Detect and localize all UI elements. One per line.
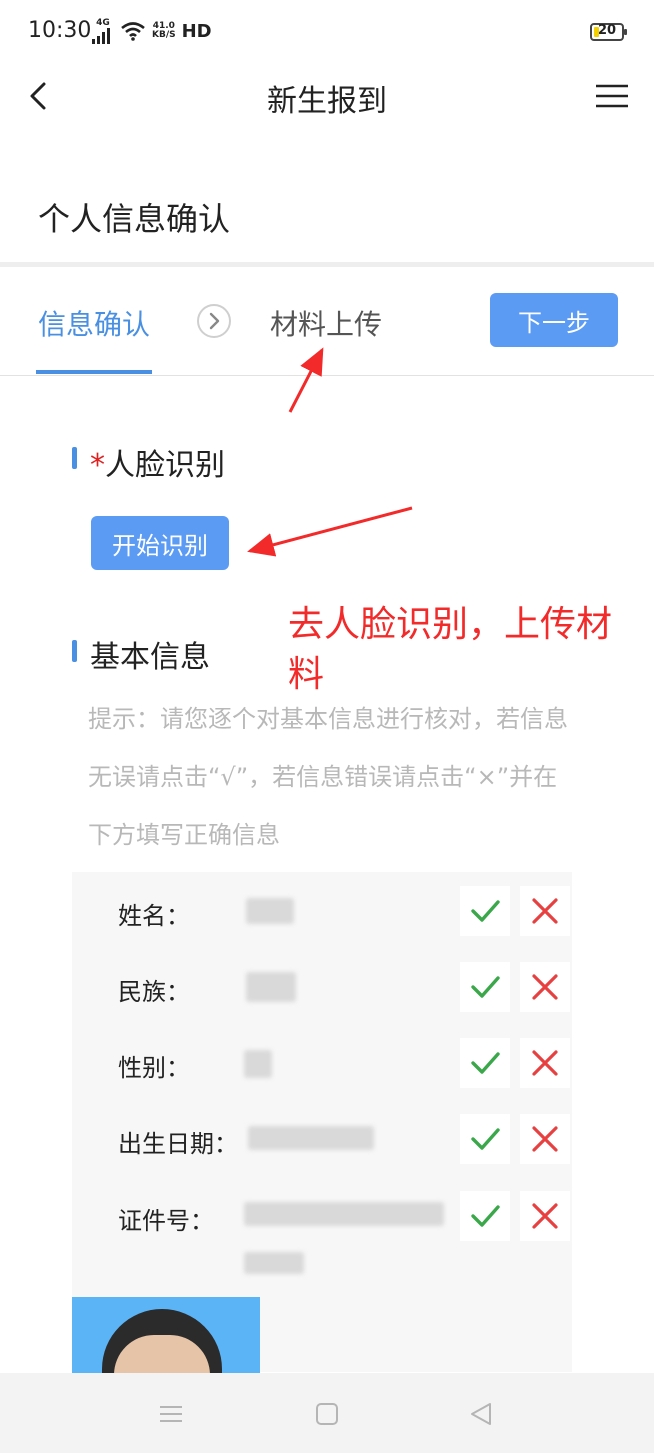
- status-bar: 10:30 4G 41.0 KB/S HD 20: [0, 0, 654, 60]
- reject-button[interactable]: [520, 1038, 570, 1088]
- section-marker: [72, 447, 77, 469]
- annotation-text: 去人脸识别，上传材料: [288, 604, 613, 695]
- tab-material-upload[interactable]: 材料上传: [270, 303, 382, 343]
- section-title: 个人信息确认: [38, 200, 231, 238]
- triangle-back-icon[interactable]: [466, 1399, 496, 1429]
- menu-icon[interactable]: [592, 80, 632, 112]
- status-icons: 4G 41.0 KB/S HD: [92, 18, 212, 44]
- id-photo: [72, 1297, 260, 1373]
- net-speed-unit: KB/S: [152, 30, 176, 40]
- signal-icon: 4G: [92, 17, 114, 44]
- cross-icon: [532, 974, 558, 1000]
- battery-icon: 20: [590, 23, 627, 41]
- net-speed: 41.0 KB/S: [152, 22, 176, 40]
- check-icon: [471, 1205, 500, 1227]
- basic-info-title: 基本信息: [90, 640, 210, 675]
- redacted-value: [248, 1126, 374, 1150]
- redacted-value: [244, 1252, 304, 1274]
- nav-bar: 新生报到: [0, 60, 654, 132]
- wifi-icon: [121, 22, 145, 41]
- tab-active-underline: [36, 370, 152, 374]
- row-label-birthdate: 出生日期：: [118, 1130, 238, 1158]
- redacted-value: [244, 1050, 272, 1078]
- section-marker: [72, 640, 77, 662]
- section-header: 个人信息确认: [0, 160, 654, 267]
- battery-level: 20: [597, 23, 617, 38]
- hd-label: HD: [181, 20, 212, 42]
- confirm-button[interactable]: [460, 1191, 510, 1241]
- redacted-value: [246, 898, 294, 924]
- check-icon: [471, 1052, 500, 1074]
- tab-info-confirm[interactable]: 信息确认: [38, 303, 150, 343]
- cross-icon: [532, 898, 558, 924]
- confirm-button[interactable]: [460, 1114, 510, 1164]
- reject-button[interactable]: [520, 1191, 570, 1241]
- cross-icon: [532, 1203, 558, 1229]
- face-title-text: 人脸识别: [105, 448, 225, 483]
- system-nav-bar: [0, 1373, 654, 1453]
- signal-label: 4G: [96, 17, 110, 28]
- cross-icon: [532, 1126, 558, 1152]
- status-time: 10:30: [28, 18, 92, 43]
- page-title: 新生报到: [267, 84, 387, 119]
- chevron-right-circle-icon: [197, 304, 231, 338]
- arrow-to-start: [247, 506, 413, 557]
- next-step-button[interactable]: 下一步: [490, 293, 618, 347]
- check-icon: [471, 976, 500, 998]
- reject-button[interactable]: [520, 886, 570, 936]
- required-mark: *: [90, 448, 105, 483]
- cross-icon: [532, 1050, 558, 1076]
- redacted-value: [244, 1202, 444, 1226]
- row-label-ethnicity: 民族：: [118, 978, 190, 1006]
- face-recognition-title: *人脸识别: [90, 440, 225, 484]
- redacted-value: [246, 972, 296, 1002]
- check-icon: [471, 1128, 500, 1150]
- check-icon: [471, 900, 500, 922]
- reject-button[interactable]: [520, 962, 570, 1012]
- confirm-button[interactable]: [460, 962, 510, 1012]
- step-tabs: 信息确认 材料上传 下一步: [0, 267, 654, 376]
- row-label-id-number: 证件号：: [118, 1207, 214, 1235]
- confirm-button[interactable]: [460, 1038, 510, 1088]
- start-recognition-button[interactable]: 开始识别: [91, 516, 229, 570]
- menu-lines-icon[interactable]: [156, 1399, 186, 1429]
- confirm-button[interactable]: [460, 886, 510, 936]
- reject-button[interactable]: [520, 1114, 570, 1164]
- row-label-name: 姓名：: [118, 902, 190, 930]
- basic-info-hint: 提示：请您逐个对基本信息进行核对，若信息无误请点击“√”，若信息错误请点击“×”…: [88, 705, 568, 849]
- square-home-icon[interactable]: [312, 1399, 342, 1429]
- row-label-gender: 性别：: [118, 1054, 190, 1082]
